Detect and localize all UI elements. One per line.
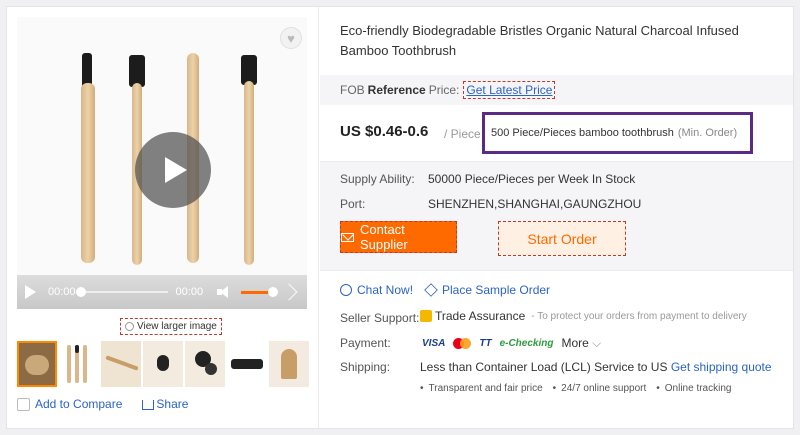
video-play-icon[interactable] [25, 285, 36, 299]
supply-ability-value: 50000 Piece/Pieces per Week In Stock [428, 172, 636, 186]
trade-assurance-label[interactable]: Trade Assurance [435, 309, 525, 323]
supply-ability-label: Supply Ability: [340, 172, 415, 186]
share-icon[interactable] [142, 400, 155, 410]
mastercard-icon [453, 338, 472, 349]
gallery-column: ♥ 00:00 00:00 View larger image Add to C… [7, 7, 319, 428]
toothbrush-image [241, 55, 257, 265]
shipping-label: Shipping: [340, 360, 391, 374]
thumbnail-6[interactable] [227, 341, 267, 387]
tt-icon: TT [479, 338, 492, 349]
chevron-down-icon: ⌵ [592, 336, 602, 350]
thumbnail-3[interactable] [101, 341, 141, 387]
thumbnail-4[interactable] [143, 341, 183, 387]
payment-more-dropdown[interactable]: More ⌵ [561, 336, 601, 351]
start-order-button[interactable]: Start Order [498, 221, 626, 256]
shipping-info: Less than Container Load (LCL) Service t… [420, 360, 772, 374]
package-icon [424, 283, 438, 297]
mail-icon [341, 232, 354, 242]
favorite-heart-icon[interactable]: ♥ [280, 27, 302, 49]
thumbnail-2[interactable] [59, 341, 99, 387]
bullet-item: Transparent and fair price [420, 383, 543, 394]
chat-now-link[interactable]: Chat Now! [340, 283, 413, 297]
payment-label: Payment: [340, 336, 391, 350]
contact-supplier-button[interactable]: Contact Supplier [340, 221, 457, 253]
place-sample-label: Place Sample Order [442, 283, 551, 297]
play-icon [165, 157, 187, 183]
compare-checkbox[interactable] [17, 397, 30, 411]
trade-assurance-note: - To protect your orders from payment to… [531, 310, 747, 322]
port-label: Port: [340, 197, 366, 211]
product-title: Eco-friendly Biodegradable Bristles Orga… [340, 23, 739, 58]
video-duration: 00:00 [175, 286, 204, 298]
fob-label: FOB [340, 83, 365, 97]
add-to-compare-link[interactable]: Add to Compare [35, 397, 122, 411]
fob-price-bar: FOB Reference Price: Get Latest Price [320, 75, 793, 105]
volume-slider[interactable] [241, 286, 279, 297]
play-video-button[interactable] [135, 132, 211, 208]
price-range: US $0.46-0.6 [340, 123, 429, 140]
share-link[interactable]: Share [156, 397, 188, 411]
get-latest-price-link[interactable]: Get Latest Price [463, 81, 556, 99]
fob-reference-label: Reference [367, 83, 426, 97]
trade-assurance-icon [420, 310, 432, 322]
shipping-text: Less than Container Load (LCL) Service t… [420, 360, 668, 374]
payment-methods: VISA TT e-Checking More ⌵ [422, 336, 601, 351]
seller-support-label: Seller Support: [340, 311, 420, 325]
trade-assurance: Trade Assurance - To protect your orders… [420, 309, 747, 323]
divider [320, 270, 793, 271]
bullet-item: 24/7 online support [553, 383, 646, 394]
thumbnail-strip [17, 341, 309, 387]
chat-icon [340, 284, 352, 296]
toothbrush-image [79, 53, 95, 263]
e-checking-icon: e-Checking [499, 338, 554, 349]
fullscreen-icon[interactable] [280, 283, 298, 301]
view-larger-image-link[interactable]: View larger image [120, 318, 222, 335]
visa-icon: VISA [422, 338, 446, 349]
volume-knob[interactable] [268, 286, 279, 297]
min-order-qty: 500 Piece/Pieces bamboo toothbrush [491, 127, 674, 139]
contact-supplier-label: Contact Supplier [359, 222, 408, 252]
video-controls: 00:00 00:00 [17, 275, 307, 309]
volume-icon[interactable] [217, 286, 231, 298]
thumbnail-7[interactable] [269, 341, 309, 387]
place-sample-order-link[interactable]: Place Sample Order [424, 283, 551, 297]
get-shipping-quote-link[interactable]: Get shipping quote [671, 360, 772, 374]
bullet-item: Online tracking [656, 383, 732, 394]
min-order-box: 500 Piece/Pieces bamboo toothbrush (Min.… [482, 112, 753, 154]
port-value: SHENZHEN,SHANGHAI,GAUNGZHOU [428, 197, 642, 211]
price-unit: / Piece [444, 127, 481, 141]
magnifier-icon [125, 322, 134, 331]
chat-now-label: Chat Now! [357, 283, 414, 297]
video-progress-bar[interactable] [75, 287, 168, 297]
min-order-label: (Min. Order) [677, 127, 738, 139]
thumbnail-1[interactable] [17, 341, 57, 387]
product-main-image[interactable] [17, 17, 307, 277]
progress-knob[interactable] [75, 287, 86, 297]
product-info-column: Eco-friendly Biodegradable Bristles Orga… [320, 7, 793, 428]
gallery-actions: Add to Compare Share [17, 397, 188, 411]
view-larger-label: View larger image [137, 321, 217, 332]
shipping-bullets: Transparent and fair price 24/7 online s… [420, 383, 732, 394]
product-detail-panel: ♥ 00:00 00:00 View larger image Add to C… [6, 6, 794, 429]
fob-price-label: Price: [428, 83, 460, 97]
video-current-time: 00:00 [48, 286, 76, 298]
thumbnail-5[interactable] [185, 341, 225, 387]
